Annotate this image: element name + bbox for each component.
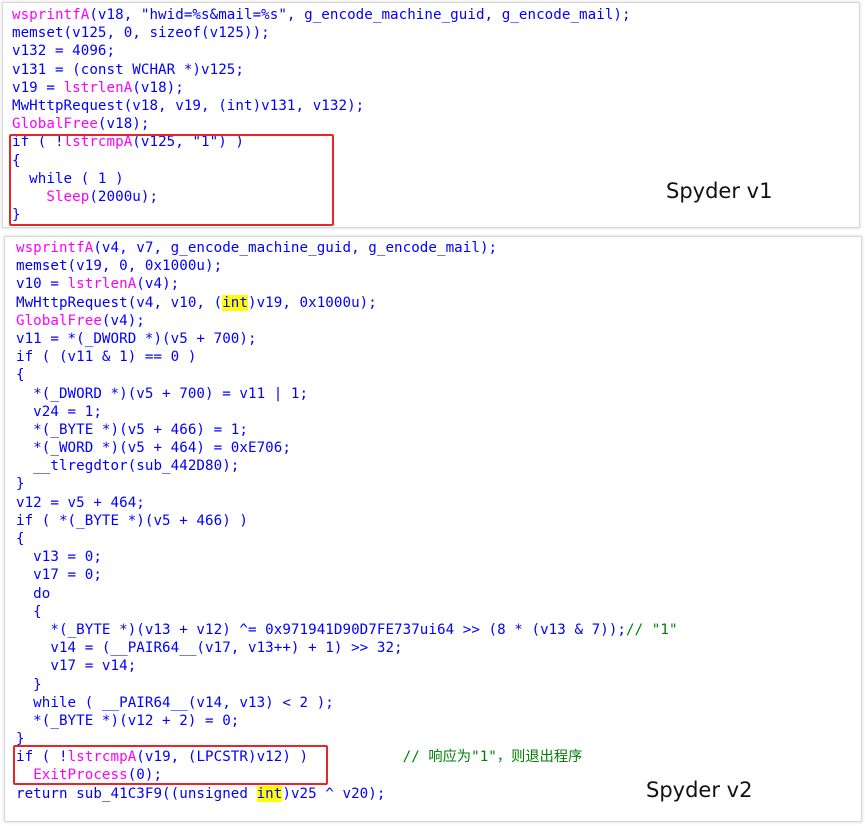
- code-line: v13 = 0;: [16, 548, 678, 566]
- code-text: {: [16, 603, 42, 620]
- function-name: lstrlenA: [67, 276, 137, 293]
- code-line: v11 = *(_DWORD *)(v5 + 700);: [16, 330, 678, 348]
- code-text: MwHttpRequest(v18, v19, (int)v131, v132)…: [12, 97, 365, 114]
- code-text: }: [16, 476, 25, 493]
- code-line: }: [16, 676, 678, 694]
- code-text: if ( (v11 & 1) == 0 ): [16, 349, 197, 366]
- decompiled-code-panel-v1: wsprintfA(v18, "hwid=%s&mail=%s", g_enco…: [2, 2, 860, 228]
- code-text: *(_BYTE *)(v13 + v12) ^= 0x971941D90D7FE…: [16, 621, 627, 638]
- code-text: (v4);: [136, 276, 180, 293]
- code-text: (v4, v7, g_encode_machine_guid, g_encode…: [93, 240, 498, 256]
- code-listing-v2: wsprintfA(v4, v7, g_encode_machine_guid,…: [16, 239, 678, 803]
- version-label-v1: Spyder v1: [666, 179, 773, 203]
- code-line: }: [16, 475, 678, 493]
- code-line: v14 = (__PAIR64__(v17, v13++) + 1) >> 32…: [16, 639, 678, 657]
- code-text: {: [16, 367, 25, 384]
- code-text: v132 = 4096;: [12, 43, 116, 60]
- code-text: *(_DWORD *)(v5 + 700) = v11 | 1;: [16, 385, 309, 402]
- code-line: wsprintfA(v18, "hwid=%s&mail=%s", g_enco…: [12, 6, 631, 24]
- code-text: if ( *(_BYTE *)(v5 + 466) ): [16, 512, 248, 529]
- code-text: memset(v19, 0, 0x1000u);: [16, 258, 223, 275]
- code-text: v17 = 0;: [16, 567, 102, 584]
- code-line: v132 = 4096;: [12, 42, 631, 60]
- code-text: v13 = 0;: [16, 549, 102, 566]
- code-line: *(_WORD *)(v5 + 464) = 0xE706;: [16, 439, 678, 457]
- code-line: GlobalFree(v4);: [16, 312, 678, 330]
- code-line: memset(v125, 0, sizeof(v125));: [12, 24, 631, 42]
- code-line: do: [16, 585, 678, 603]
- code-text: v14 = (__PAIR64__(v17, v13++) + 1) >> 32…: [16, 640, 403, 657]
- code-line: if ( (v11 & 1) == 0 ): [16, 348, 678, 366]
- highlight-box-v1: [9, 134, 334, 226]
- code-text: (v18);: [132, 79, 184, 96]
- code-line: *(_BYTE *)(v12 + 2) = 0;: [16, 712, 678, 730]
- code-line: v17 = v14;: [16, 657, 678, 675]
- highlight-box-v2: [13, 745, 328, 785]
- code-line: {: [16, 603, 678, 621]
- code-line: GlobalFree(v18);: [12, 115, 631, 133]
- code-line: v12 = v5 + 464;: [16, 494, 678, 512]
- code-text: )v25 ^ v20);: [282, 785, 386, 802]
- code-line: *(_BYTE *)(v5 + 466) = 1;: [16, 421, 678, 439]
- code-comment: // 响应为"1"，则退出程序: [402, 749, 583, 766]
- code-line: __tlregdtor(sub_442D80);: [16, 457, 678, 475]
- code-text: v131 = (const WCHAR *)v125;: [12, 61, 244, 78]
- code-text: )v19, 0x1000u);: [247, 294, 377, 311]
- decompiled-code-panel-v2: wsprintfA(v4, v7, g_encode_machine_guid,…: [4, 236, 862, 822]
- code-line: memset(v19, 0, 0x1000u);: [16, 257, 678, 275]
- code-line: if ( *(_BYTE *)(v5 + 466) ): [16, 512, 678, 530]
- code-line: v24 = 1;: [16, 403, 678, 421]
- code-line: {: [16, 530, 678, 548]
- code-text: v10 =: [16, 276, 68, 293]
- version-label-v2: Spyder v2: [646, 778, 753, 802]
- function-name: GlobalFree: [16, 312, 102, 329]
- code-text: (v18, "hwid=%s&mail=%s", g_encode_machin…: [89, 7, 631, 23]
- code-text: (v4);: [101, 312, 145, 329]
- function-name: wsprintfA: [16, 240, 94, 256]
- code-text: *(_WORD *)(v5 + 464) = 0xE706;: [16, 440, 291, 457]
- code-line: v131 = (const WCHAR *)v125;: [12, 61, 631, 79]
- code-line: {: [16, 366, 678, 384]
- code-line: return sub_41C3F9((unsigned int)v25 ^ v2…: [16, 785, 678, 803]
- code-line: *(_BYTE *)(v13 + v12) ^= 0x971941D90D7FE…: [16, 621, 678, 639]
- code-text: v12 = v5 + 464;: [16, 494, 145, 511]
- code-text: v19 =: [12, 79, 64, 96]
- code-text: v24 = 1;: [16, 403, 102, 420]
- code-text: __tlregdtor(sub_442D80);: [16, 458, 240, 475]
- code-text: *(_BYTE *)(v5 + 466) = 1;: [16, 421, 248, 438]
- function-name: wsprintfA: [12, 7, 90, 23]
- code-text: {: [16, 531, 25, 547]
- highlighted-token: int: [222, 294, 248, 311]
- code-text: v11 = *(_DWORD *)(v5 + 700);: [16, 330, 257, 347]
- code-comment: // "1": [626, 621, 678, 638]
- code-text: v17 = v14;: [16, 658, 137, 675]
- code-text: *(_BYTE *)(v12 + 2) = 0;: [16, 712, 240, 729]
- code-line: wsprintfA(v4, v7, g_encode_machine_guid,…: [16, 239, 678, 257]
- code-text: MwHttpRequest(v4, v10, (: [16, 294, 223, 311]
- code-text: return sub_41C3F9((unsigned: [16, 785, 257, 802]
- function-name: GlobalFree: [12, 116, 98, 133]
- code-text: (v18);: [97, 116, 150, 133]
- code-text: }: [16, 676, 42, 693]
- code-line: while ( __PAIR64__(v14, v13) < 2 );: [16, 694, 678, 712]
- highlighted-token: int: [256, 785, 283, 802]
- code-text: do: [16, 585, 51, 602]
- function-name: lstrlenA: [63, 79, 133, 96]
- code-line: MwHttpRequest(v4, v10, (int)v19, 0x1000u…: [16, 294, 678, 312]
- code-line: *(_DWORD *)(v5 + 700) = v11 | 1;: [16, 385, 678, 403]
- code-line: MwHttpRequest(v18, v19, (int)v131, v132)…: [12, 97, 631, 115]
- code-line: v10 = lstrlenA(v4);: [16, 275, 678, 293]
- code-text: memset(v125, 0, sizeof(v125));: [12, 25, 270, 42]
- code-line: v17 = 0;: [16, 566, 678, 584]
- code-text: while ( __PAIR64__(v14, v13) < 2 );: [16, 694, 334, 711]
- code-line: v19 = lstrlenA(v18);: [12, 79, 631, 97]
